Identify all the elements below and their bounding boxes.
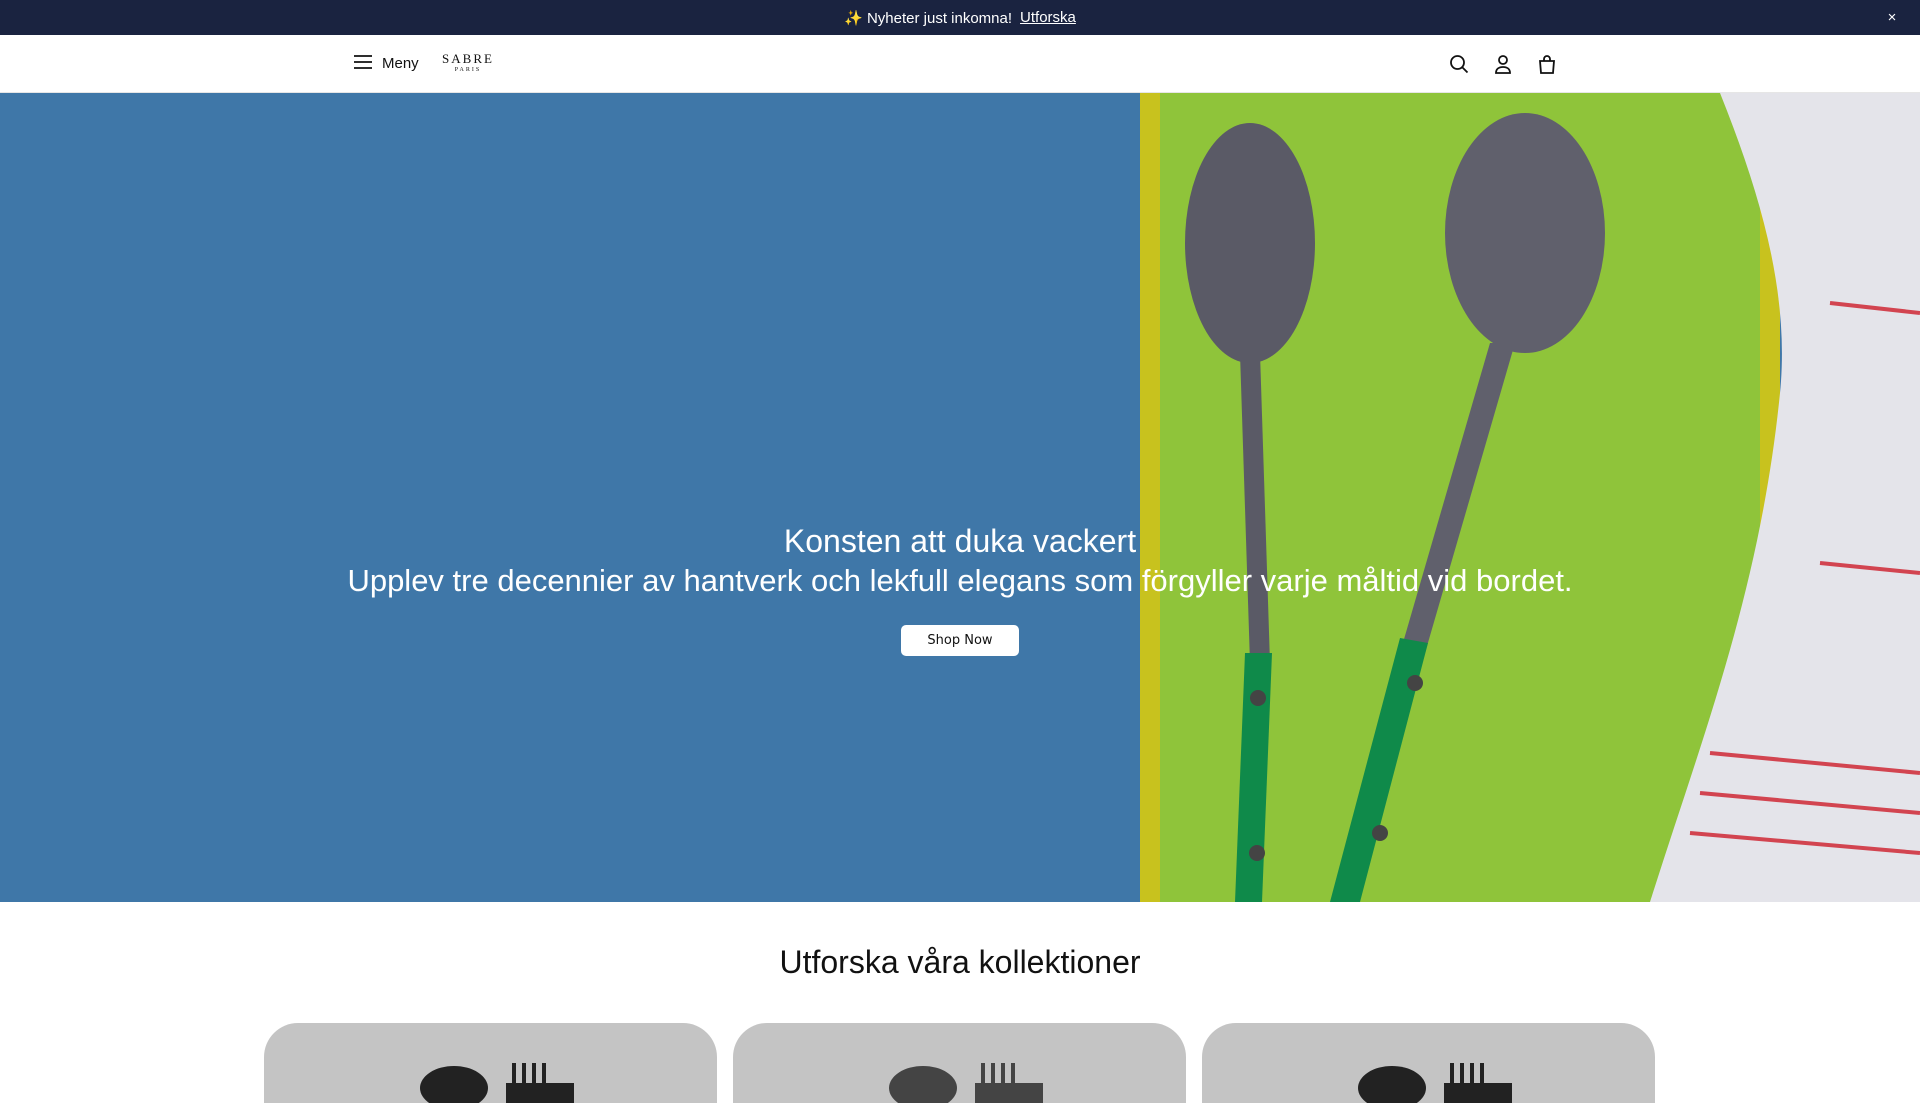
collections-section: Utforska våra kollektioner [0,902,1920,981]
cutlery-image [889,1063,1043,1103]
logo[interactable]: SABRE PARIS [440,52,496,73]
close-icon[interactable]: × [1880,0,1904,35]
hero-image [0,93,1920,902]
logo-subtitle: PARIS [454,67,482,73]
collection-card[interactable] [733,1023,1186,1103]
menu-label: Meny [382,55,419,72]
hero-subtitle: Upplev tre decennier av hantverk och lek… [347,563,1573,598]
menu-button[interactable]: Meny [354,35,419,92]
shop-now-button[interactable]: Shop Now [901,625,1019,656]
collections-heading: Utforska våra kollektioner [779,944,1141,980]
site-header: Meny SABRE PARIS [0,35,1920,93]
cutlery-image [1358,1063,1512,1103]
announcement-bar: ✨ Nyheter just inkomna! Utforska × [0,0,1920,35]
collection-card[interactable] [1202,1023,1655,1103]
logo-wordmark: SABRE [442,51,494,66]
collection-cards [264,1023,1655,1103]
search-icon[interactable] [1448,53,1470,75]
hero-content: Konsten att duka vackert Upplev tre dece… [0,521,1920,656]
header-actions [1448,35,1558,92]
hamburger-icon [354,54,372,73]
collection-card[interactable] [264,1023,717,1103]
announcement-text: ✨ Nyheter just inkomna! [844,9,1013,27]
account-icon[interactable] [1492,53,1514,75]
cutlery-image [420,1063,574,1103]
hero-title: Konsten att duka vackert [783,523,1137,559]
announcement-link[interactable]: Utforska [1020,9,1076,26]
cart-icon[interactable] [1536,53,1558,75]
hero-banner: Konsten att duka vackert Upplev tre dece… [0,93,1920,902]
